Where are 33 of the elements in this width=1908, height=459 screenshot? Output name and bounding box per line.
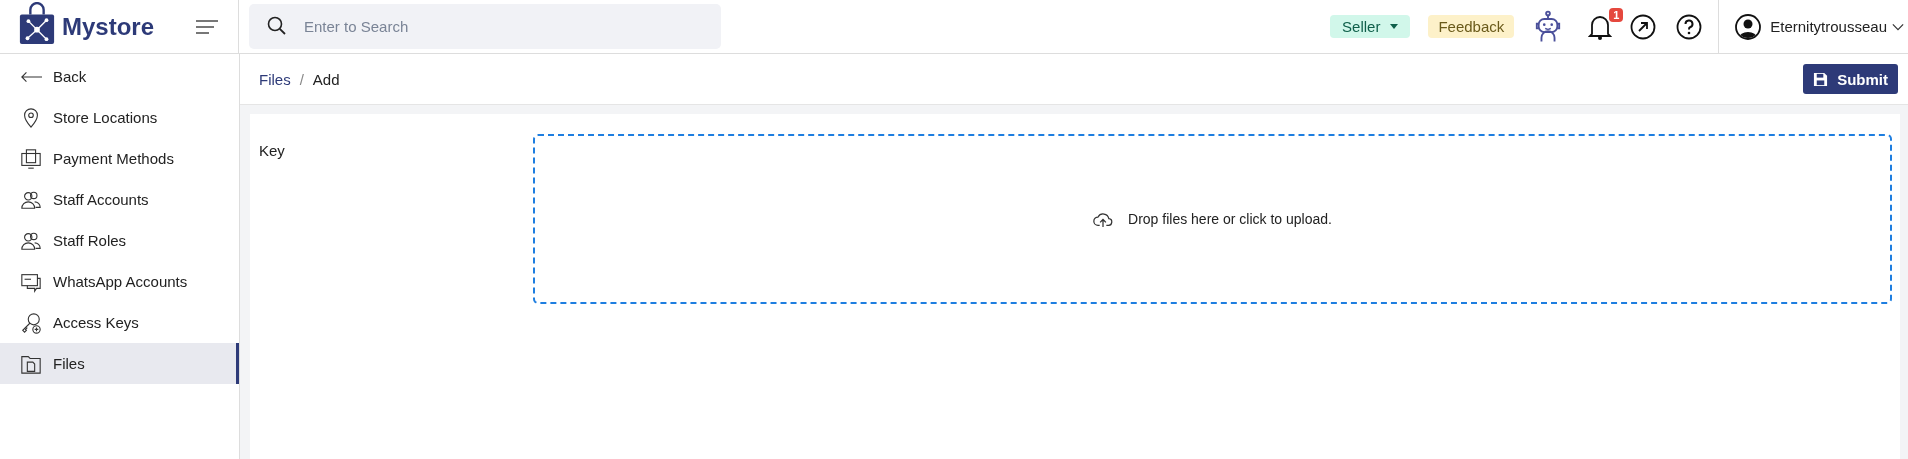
sidebar-item[interactable]: Payment Methods: [0, 138, 239, 179]
breadcrumb-current: Add: [312, 70, 340, 88]
key-icon: [20, 311, 42, 334]
chevron-down-icon[interactable]: [1892, 22, 1904, 31]
dropzone-text: Drop files here or click to upload.: [1128, 211, 1332, 227]
brand-name: Mystore: [62, 12, 155, 41]
external-link-icon[interactable]: [1630, 13, 1657, 40]
avatar-icon[interactable]: [1735, 13, 1762, 40]
search-icon: [267, 16, 287, 36]
robot-icon[interactable]: [1534, 10, 1563, 43]
menu-icon[interactable]: [196, 18, 218, 35]
file-dropzone[interactable]: Drop files here or click to upload.: [533, 134, 1892, 304]
sidebar-item[interactable]: Access Keys: [0, 302, 239, 343]
caret-icon: [1390, 24, 1399, 29]
search-field[interactable]: Enter to Search: [249, 4, 721, 49]
user-name[interactable]: Eternitytrousseau: [1770, 18, 1887, 35]
help-icon[interactable]: [1676, 13, 1703, 40]
sidebar-item[interactable]: Files: [0, 343, 239, 384]
notification-badge: 1: [1609, 7, 1624, 22]
submit-button[interactable]: Submit: [1803, 64, 1898, 94]
field-label: Key: [259, 142, 286, 159]
breadcrumb-link[interactable]: Files: [259, 70, 291, 88]
sidebar-item[interactable]: Staff Roles: [0, 220, 239, 261]
sidebar-item[interactable]: Store Locations: [0, 97, 239, 138]
feedback-button[interactable]: Feedback: [1428, 15, 1515, 38]
sidebar-item[interactable]: Back: [0, 56, 239, 97]
breadcrumb-separator: /: [299, 70, 304, 88]
save-icon: [1813, 71, 1829, 87]
seller-dropdown[interactable]: Seller: [1330, 15, 1411, 38]
monitor-icon: [20, 147, 42, 170]
sidebar-item[interactable]: Staff Accounts: [0, 179, 239, 220]
cloud-upload-icon: [1093, 210, 1114, 228]
sidebar-item[interactable]: WhatsApp Accounts: [0, 261, 239, 302]
